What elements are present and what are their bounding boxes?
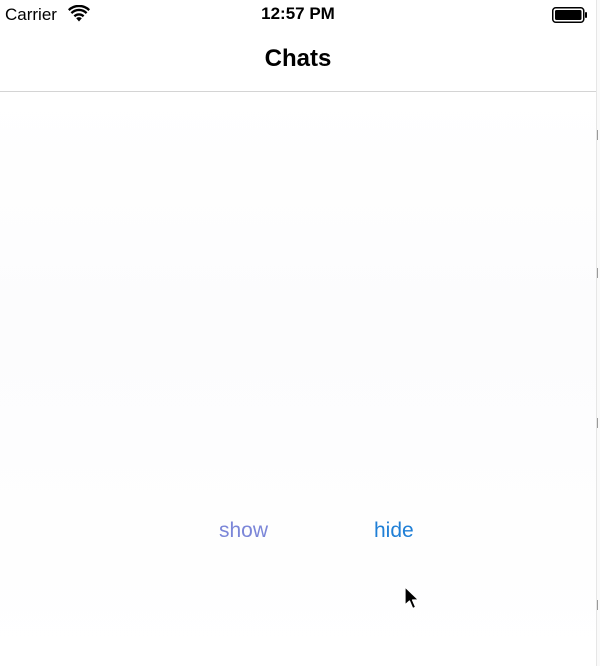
chat-list-area [0,92,596,666]
hide-button[interactable]: hide [374,519,414,543]
battery-icon [552,7,587,23]
show-button[interactable]: show [219,519,268,543]
app-screen: Carrier 12:57 PM Chats show hide [0,0,596,666]
status-bar: Carrier 12:57 PM [0,0,596,30]
mouse-pointer-icon [404,586,420,610]
status-time: 12:57 PM [261,4,335,23]
window-edge [596,0,600,666]
page-title: Chats [264,45,332,72]
navigation-bar: Chats [0,30,596,92]
